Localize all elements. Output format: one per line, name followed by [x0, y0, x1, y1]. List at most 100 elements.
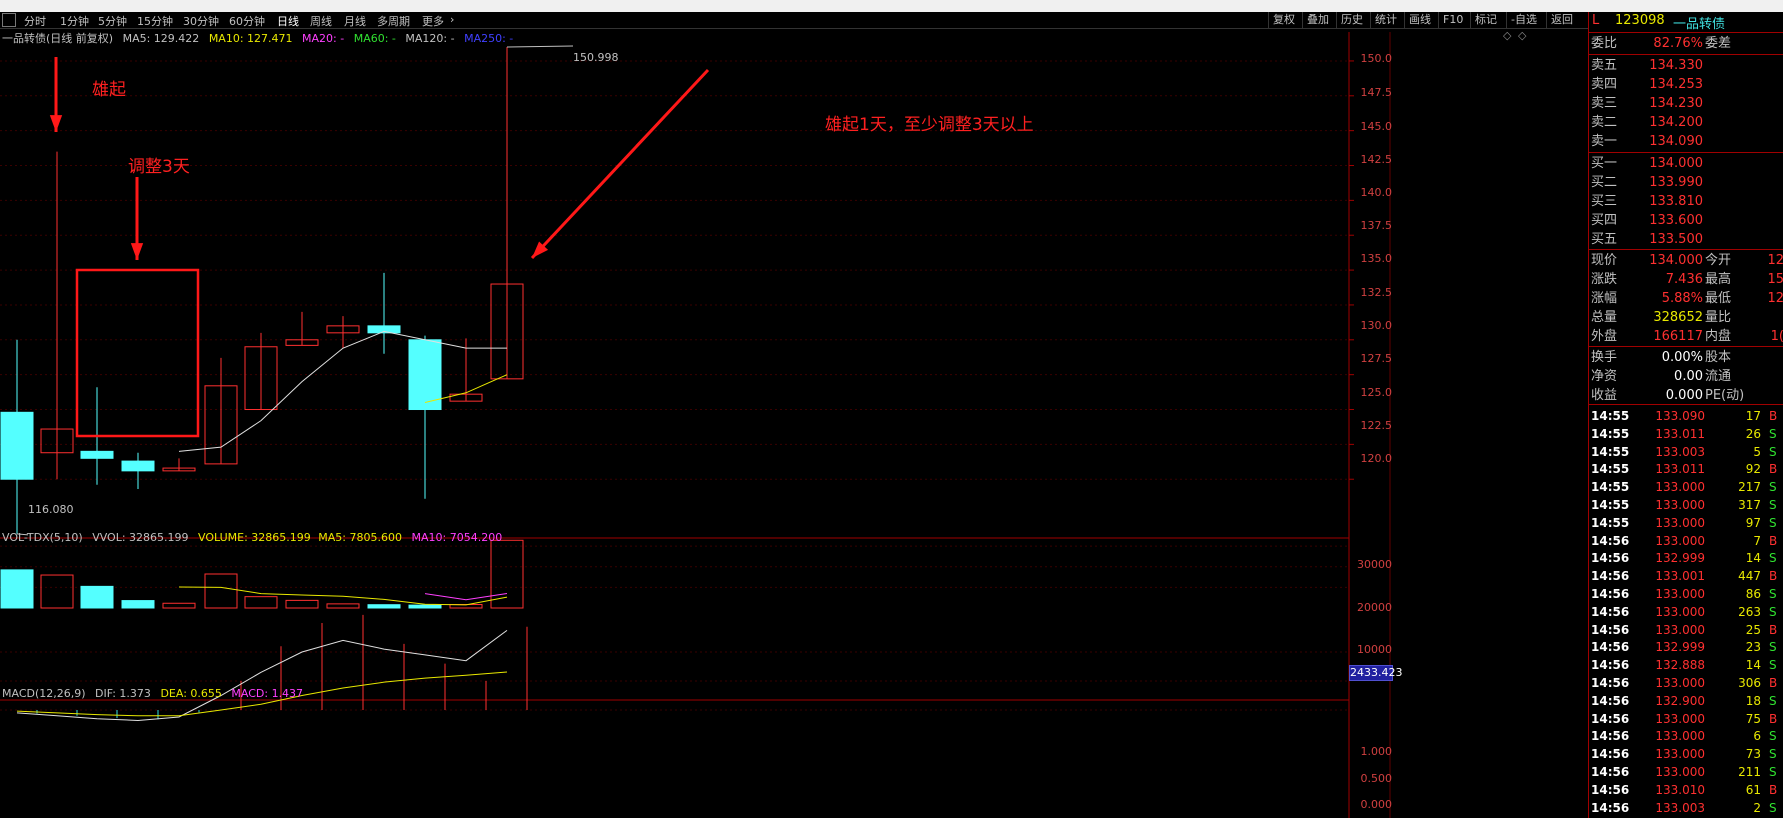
vol-tick: 30000 — [1357, 558, 1392, 571]
tick-volume: 306 — [1738, 676, 1761, 690]
tick-side: S — [1769, 551, 1777, 566]
tick-row: 14:56 133.010 61 B — [1589, 782, 1783, 798]
stat-label-2: 流通 — [1705, 369, 1732, 384]
macd-value: MACD: 1.437 — [231, 687, 304, 700]
tick-time: 14:56 — [1591, 711, 1630, 726]
ask-row[interactable]: 卖五 134.330 — [1589, 56, 1783, 75]
tick-volume: 14 — [1745, 551, 1761, 566]
macd-tick: 0.000 — [1360, 798, 1393, 811]
quote-stat-row: 涨跌 7.436 最高 15 — [1589, 270, 1783, 289]
bid-row[interactable]: 买一 134.000 — [1589, 154, 1783, 173]
tick-price: 132.900 — [1655, 693, 1705, 708]
tick-volume: 217 — [1738, 480, 1761, 495]
stat-label-2: 今开 — [1705, 253, 1732, 268]
tick-volume: 61 — [1745, 782, 1761, 797]
volume-bar — [80, 585, 114, 609]
tick-row: 14:55 133.000 217 S — [1589, 479, 1783, 495]
tick-row: 14:56 133.001 447 B — [1589, 568, 1783, 584]
tick-time: 14:55 — [1591, 462, 1630, 477]
tick-row: 14:55 133.000 97 S — [1589, 515, 1783, 531]
tick-volume: 92 — [1745, 462, 1761, 477]
macd-tick: 1.000 — [1360, 745, 1393, 758]
tick-side: S — [1769, 800, 1777, 815]
tick-side: S — [1769, 658, 1777, 673]
tick-price: 132.888 — [1655, 658, 1705, 673]
tick-side: S — [1769, 604, 1777, 619]
stat-label-2: 最高 — [1705, 272, 1732, 287]
tick-time: 14:55 — [1591, 515, 1630, 530]
stat-value: 5.88% — [1661, 291, 1703, 306]
tick-side: B — [1769, 409, 1778, 423]
low-price-label: 116.080 — [28, 503, 74, 516]
stat-value-2: 15 — [1767, 272, 1783, 287]
vol-indicator-name: VOL-TDX(5,10) — [2, 531, 83, 544]
stat-label: 现价 — [1591, 253, 1618, 268]
vol-ma10-line — [424, 592, 508, 601]
tick-volume: 97 — [1745, 515, 1761, 530]
bid-row[interactable]: 买五 133.500 — [1589, 230, 1783, 249]
tick-time: 14:56 — [1591, 569, 1630, 584]
tick-time: 14:55 — [1591, 498, 1630, 512]
quote-stat-row: 外盘 166117 内盘 1( — [1589, 327, 1783, 346]
bid-level-label: 买三 — [1591, 194, 1618, 209]
ask-price: 134.230 — [1649, 96, 1703, 111]
tick-time: 14:56 — [1591, 747, 1630, 762]
tick-price: 133.011 — [1655, 462, 1705, 477]
vol-tick: 10000 — [1357, 643, 1392, 656]
quote-stat-row: 现价 134.000 今开 12 — [1589, 251, 1783, 270]
ask-price: 134.253 — [1649, 77, 1703, 92]
tick-row: 14:55 133.000 317 S — [1589, 497, 1783, 513]
bid-row[interactable]: 买四 133.600 — [1589, 211, 1783, 230]
tick-row: 14:56 133.000 211 S — [1589, 764, 1783, 780]
tick-volume: 447 — [1738, 569, 1761, 584]
tick-side: S — [1769, 693, 1777, 708]
tick-side: S — [1769, 765, 1777, 779]
bid-price: 133.500 — [1649, 232, 1703, 247]
quote-header: L 123098 一品转债 — [1589, 12, 1783, 33]
ask-level-label: 卖三 — [1591, 96, 1618, 111]
tick-side: B — [1769, 676, 1778, 690]
ask-row[interactable]: 卖二 134.200 — [1589, 113, 1783, 132]
tick-side: S — [1769, 515, 1777, 530]
tick-time: 14:56 — [1591, 676, 1630, 690]
tick-price: 133.000 — [1655, 765, 1705, 779]
weicha-label: 委差 — [1705, 36, 1732, 51]
macd-tick: 0.500 — [1360, 772, 1393, 785]
high-marker — [506, 45, 574, 48]
tick-price: 133.000 — [1655, 676, 1705, 690]
tick-time: 14:56 — [1591, 658, 1630, 673]
bid-row[interactable]: 买三 133.810 — [1589, 192, 1783, 211]
tick-side: S — [1769, 444, 1777, 459]
ask-level-label: 卖一 — [1591, 134, 1618, 149]
quote-stat-row: 总量 328652 量比 — [1589, 308, 1783, 327]
stat-value: 7.436 — [1665, 272, 1703, 287]
weibi-label: 委比 — [1591, 36, 1618, 51]
ask-level-label: 卖五 — [1591, 58, 1618, 73]
ask-price: 134.200 — [1649, 115, 1703, 130]
tick-volume: 211 — [1738, 765, 1761, 779]
tick-time: 14:56 — [1591, 782, 1630, 797]
stat-value: 0.00% — [1661, 350, 1703, 365]
annotation-rise: 雄起 — [92, 80, 126, 100]
weibi-value: 82.76% — [1653, 36, 1703, 51]
tick-price: 133.000 — [1655, 729, 1705, 744]
tick-volume: 25 — [1745, 622, 1761, 637]
ask-row[interactable]: 卖四 134.253 — [1589, 75, 1783, 94]
ask-row[interactable]: 卖一 134.090 — [1589, 132, 1783, 151]
vol-ma10-value: MA10: 7054.200 — [411, 531, 503, 544]
ask-row[interactable]: 卖三 134.230 — [1589, 94, 1783, 113]
volume-bar — [285, 599, 319, 609]
tick-volume: 23 — [1745, 640, 1761, 655]
tick-volume: 6 — [1753, 729, 1761, 744]
tick-side: B — [1769, 622, 1778, 637]
tick-price: 133.001 — [1655, 569, 1705, 584]
stat-label: 换手 — [1591, 350, 1618, 365]
bid-row[interactable]: 买二 133.990 — [1589, 173, 1783, 192]
stat-value-2: 12 — [1767, 253, 1783, 268]
tick-volume: 317 — [1738, 498, 1761, 512]
bid-price: 133.810 — [1649, 194, 1703, 209]
tick-price: 133.000 — [1655, 498, 1705, 512]
stat-value-2: 1( — [1770, 329, 1783, 344]
tick-time: 14:56 — [1591, 533, 1630, 548]
tick-side: B — [1769, 462, 1778, 477]
